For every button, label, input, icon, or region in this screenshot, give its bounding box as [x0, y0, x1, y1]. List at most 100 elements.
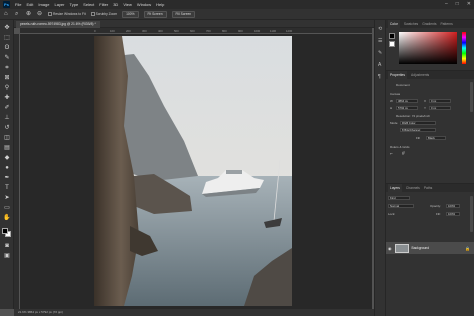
fill-screen-button[interactable]: Fill Screen — [171, 10, 196, 18]
zoom-in-icon[interactable]: ⊕ — [26, 11, 32, 17]
y-field[interactable]: 0 px — [429, 106, 451, 110]
layer-row-background[interactable]: ◉ Background 🔒 — [386, 242, 474, 254]
frame-tool-icon[interactable]: ⊠ — [2, 74, 12, 82]
document-image — [94, 36, 292, 306]
menu-help[interactable]: Help — [156, 2, 164, 7]
width-field[interactable]: 3864 px — [396, 99, 418, 103]
eraser-tool-icon[interactable]: ◫ — [2, 134, 12, 142]
home-icon[interactable]: ⌂ — [4, 11, 10, 17]
tab-paths[interactable]: Paths — [424, 184, 432, 192]
canvas-area[interactable] — [20, 34, 372, 309]
bit-depth-select[interactable]: 8 Bits/Channel — [400, 128, 436, 132]
foreground-swatch[interactable] — [389, 33, 395, 39]
blend-mode-select[interactable]: Normal — [388, 204, 414, 208]
rectangle-tool-icon[interactable]: ▭ — [2, 204, 12, 212]
color-panel-tabs: Color Swatches Gradients Patterns — [386, 20, 474, 28]
paragraph-panel-icon[interactable]: ¶ — [378, 74, 384, 80]
menu-file[interactable]: File — [15, 2, 21, 7]
eyedropper-tool-icon[interactable]: ⚲ — [2, 84, 12, 92]
x-label: X — [424, 99, 427, 103]
zoom-100-button[interactable]: 100% — [122, 10, 139, 18]
maximize-button[interactable]: □ — [456, 1, 459, 7]
history-brush-tool-icon[interactable]: ↺ — [2, 124, 12, 132]
move-tool-icon[interactable]: ✥ — [2, 24, 12, 32]
menu-3d[interactable]: 3D — [113, 2, 118, 7]
opacity-field[interactable]: 100% — [446, 204, 460, 208]
ruler-unit-icon[interactable]: ⌐ — [390, 151, 393, 157]
ruler-tick: 800 — [222, 29, 227, 33]
opacity-label: Opacity: — [430, 204, 442, 208]
layer-name: Background — [411, 246, 430, 250]
tab-adjustments[interactable]: Adjustments — [411, 71, 429, 79]
x-field[interactable]: 0 px — [429, 99, 451, 103]
dodge-tool-icon[interactable]: ● — [2, 164, 12, 172]
tab-gradients[interactable]: Gradients — [422, 20, 436, 28]
menu-select[interactable]: Select — [83, 2, 94, 7]
panel-icon-strip: ⟲ ☰ ✎ A ¶ — [374, 20, 386, 316]
blur-tool-icon[interactable]: ◆ — [2, 154, 12, 162]
zoom-out-icon[interactable]: ⊖ — [37, 11, 43, 17]
hue-slider[interactable] — [462, 32, 466, 64]
libraries-panel-icon[interactable]: ☰ — [378, 38, 384, 44]
minimize-button[interactable]: – — [445, 1, 448, 7]
height-field[interactable]: 5792 px — [396, 106, 418, 110]
fill-select[interactable]: Black — [426, 136, 446, 140]
fit-screen-button[interactable]: Fit Screen — [143, 10, 167, 18]
close-button[interactable]: ✕ — [467, 1, 471, 7]
quick-mask-icon[interactable]: ◙ — [2, 242, 12, 250]
tab-color[interactable]: Color — [388, 20, 400, 28]
tab-properties[interactable]: Properties — [388, 71, 408, 79]
ps-logo: Ps — [3, 1, 10, 8]
ruler-tick: 300 — [142, 29, 147, 33]
marquee-tool-icon[interactable]: ⬚ — [2, 34, 12, 42]
ruler-tick: 900 — [238, 29, 243, 33]
layer-fill-field[interactable]: 100% — [446, 212, 460, 216]
crop-tool-icon[interactable]: ⌗ — [2, 64, 12, 72]
type-tool-icon[interactable]: T — [2, 184, 12, 192]
character-panel-icon[interactable]: A — [378, 62, 384, 68]
scrubby-zoom-checkbox[interactable]: Scrubby Zoom — [90, 12, 117, 16]
menu-view[interactable]: View — [123, 2, 132, 7]
tab-channels[interactable]: Channels — [406, 184, 420, 192]
path-select-tool-icon[interactable]: ➤ — [2, 194, 12, 202]
tab-layers[interactable]: Layers — [388, 184, 402, 192]
rulers-grids-label[interactable]: Rulers & Grids — [390, 145, 410, 149]
menu-layer[interactable]: Layer — [54, 2, 64, 7]
healing-brush-tool-icon[interactable]: ✚ — [2, 94, 12, 102]
grid-icon[interactable]: # — [402, 151, 405, 157]
gradient-tool-icon[interactable]: ▤ — [2, 144, 12, 152]
background-swatch[interactable] — [389, 41, 395, 47]
properties-scrollbar[interactable] — [470, 82, 473, 112]
canvas-section-label[interactable]: Canvas — [390, 92, 400, 96]
lasso-tool-icon[interactable]: ʘ — [2, 44, 12, 52]
mode-label: Mode — [390, 121, 398, 125]
menu-window[interactable]: Window — [137, 2, 151, 7]
window-controls: – □ ✕ — [445, 1, 471, 7]
layer-kind-filter[interactable]: Kind — [388, 196, 410, 200]
layers-scrollbar[interactable] — [470, 196, 473, 232]
color-picker-field[interactable] — [399, 32, 457, 64]
pen-tool-icon[interactable]: ✒ — [2, 174, 12, 182]
menu-filter[interactable]: Filter — [99, 2, 108, 7]
menu-image[interactable]: Image — [38, 2, 49, 7]
ruler-tick: 600 — [190, 29, 195, 33]
tab-swatches[interactable]: Swatches — [404, 20, 418, 28]
lock-label: Lock: — [388, 212, 396, 216]
hand-tool-icon[interactable]: ✋ — [2, 214, 12, 222]
brush-settings-icon[interactable]: ✎ — [378, 50, 384, 56]
menu-type[interactable]: Type — [70, 2, 79, 7]
layers-panel-tabs: Layers Channels Paths — [386, 184, 474, 192]
mode-select[interactable]: RGB Color — [400, 121, 436, 125]
tab-patterns[interactable]: Patterns — [440, 20, 452, 28]
history-panel-icon[interactable]: ⟲ — [378, 26, 384, 32]
zoom-tool-icon[interactable]: ⌕ — [15, 11, 21, 17]
resize-windows-checkbox[interactable]: Resize Windows to Fit — [48, 12, 86, 16]
clone-stamp-tool-icon[interactable]: ⊥ — [2, 114, 12, 122]
screen-mode-icon[interactable]: ▣ — [2, 252, 12, 260]
menu-edit[interactable]: Edit — [26, 2, 33, 7]
quick-select-tool-icon[interactable]: ✎ — [2, 54, 12, 62]
foreground-color-swatch[interactable] — [2, 228, 8, 234]
visibility-eye-icon[interactable]: ◉ — [388, 246, 392, 251]
document-tab[interactable]: pexels-ruth-romeo-5974983.jpg @ 21.6% (R… — [16, 21, 100, 28]
brush-tool-icon[interactable]: ✐ — [2, 104, 12, 112]
